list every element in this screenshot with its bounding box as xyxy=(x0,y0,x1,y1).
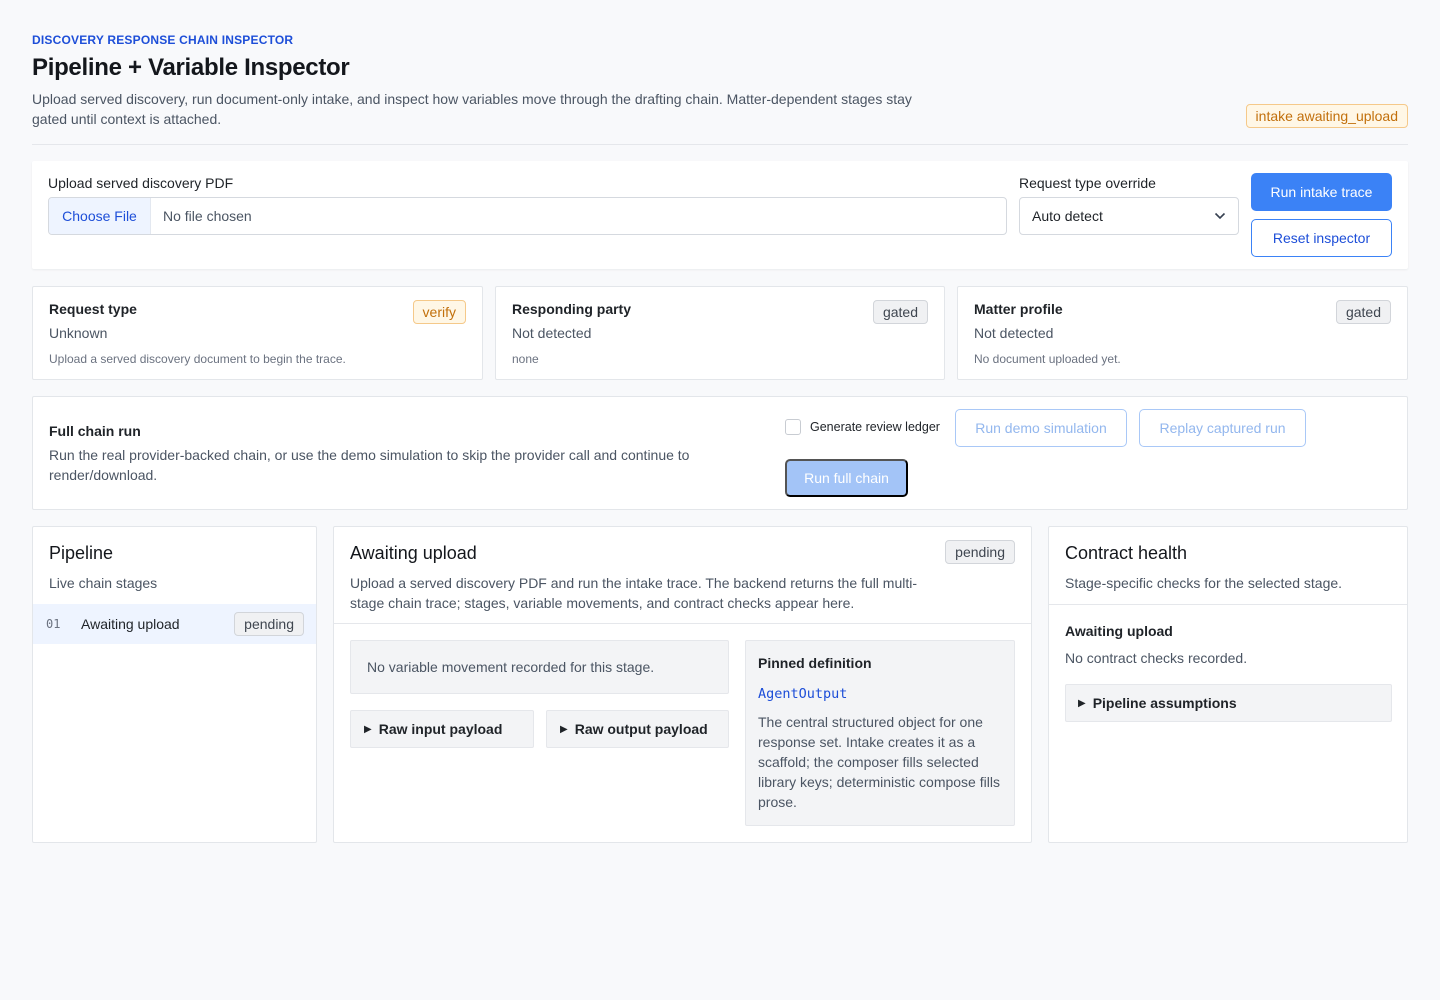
run-intake-trace-button[interactable]: Run intake trace xyxy=(1251,173,1392,211)
raw-input-payload-toggle[interactable]: ▶ Raw input payload xyxy=(350,710,534,748)
replay-captured-run-button[interactable]: Replay captured run xyxy=(1139,409,1306,447)
full-chain-card: Full chain run Run the real provider-bac… xyxy=(32,396,1408,510)
stage-status-badge: pending xyxy=(945,540,1015,564)
health-stage-name: Awaiting upload xyxy=(1065,623,1173,639)
status-badge: verify xyxy=(412,300,466,324)
choose-file-button[interactable]: Choose File xyxy=(49,198,151,234)
stage-number: 01 xyxy=(46,617,61,631)
status-badge: gated xyxy=(1335,300,1391,324)
stage-label: Awaiting upload xyxy=(81,616,180,632)
pipeline-panel: Pipeline Live chain stages 01 Awaiting u… xyxy=(32,526,317,843)
matter-profile-card: Matter profile gated Not detected No doc… xyxy=(957,286,1408,380)
page-eyebrow: DISCOVERY RESPONSE CHAIN INSPECTOR xyxy=(32,33,294,47)
stage-detail-title: Awaiting upload xyxy=(350,543,477,563)
page-title: Pipeline + Variable Inspector xyxy=(32,54,350,81)
card-title: Responding party xyxy=(512,301,632,317)
intake-status-badge: intake awaiting_upload xyxy=(1245,104,1408,128)
file-name-text: No file chosen xyxy=(163,208,252,224)
file-upload-input[interactable]: Choose File No file chosen xyxy=(48,197,1007,235)
pipeline-assumptions-toggle[interactable]: ▶ Pipeline assumptions xyxy=(1065,684,1392,722)
card-title: Request type xyxy=(49,301,137,317)
pinned-definition-box: Pinned definition AgentOutput The centra… xyxy=(745,640,1015,826)
reset-inspector-button[interactable]: Reset inspector xyxy=(1251,219,1392,257)
card-note: none xyxy=(512,352,539,366)
card-title: Matter profile xyxy=(974,301,1063,317)
responding-party-card: Responding party gated Not detected none xyxy=(495,286,945,380)
page-subtitle: Upload served discovery, run document-on… xyxy=(32,91,912,127)
triangle-right-icon: ▶ xyxy=(364,723,372,735)
card-value: Not detected xyxy=(974,325,1054,341)
request-type-value: Auto detect xyxy=(1032,208,1103,224)
upload-card: Upload served discovery PDF Choose File … xyxy=(32,161,1408,269)
raw-output-payload-toggle[interactable]: ▶ Raw output payload xyxy=(546,710,729,748)
card-value: Unknown xyxy=(49,325,108,341)
card-note: No document uploaded yet. xyxy=(974,352,1121,366)
review-ledger-label: Generate review ledger xyxy=(810,420,940,434)
triangle-right-icon: ▶ xyxy=(560,723,568,735)
pinned-definition-title: Pinned definition xyxy=(758,655,872,671)
stage-status-badge: pending xyxy=(234,612,304,636)
review-ledger-checkbox[interactable] xyxy=(785,419,801,435)
request-type-card: Request type verify Unknown Upload a ser… xyxy=(32,286,483,380)
pipeline-subtitle: Live chain stages xyxy=(49,575,158,591)
pinned-definition-code: AgentOutput xyxy=(758,686,848,702)
request-type-label: Request type override xyxy=(1019,175,1156,191)
pipeline-stage-item[interactable]: 01 Awaiting upload pending xyxy=(33,604,316,644)
stage-detail-panel: Awaiting upload pending Upload a served … xyxy=(333,526,1032,843)
variable-movement-empty: No variable movement recorded for this s… xyxy=(350,640,729,694)
contract-checks-empty: No contract checks recorded. xyxy=(1065,650,1248,666)
contract-health-subtitle: Stage-specific checks for the selected s… xyxy=(1065,575,1343,591)
pipeline-title: Pipeline xyxy=(49,543,114,563)
contract-health-panel: Contract health Stage-specific checks fo… xyxy=(1048,526,1408,843)
header-divider xyxy=(32,144,1408,145)
stage-detail-description: Upload a served discovery PDF and run th… xyxy=(350,575,918,611)
card-note: Upload a served discovery document to be… xyxy=(49,352,346,366)
status-badge: gated xyxy=(872,300,928,324)
run-full-chain-button[interactable]: Run full chain xyxy=(785,459,908,497)
raw-output-label: Raw output payload xyxy=(574,721,708,737)
triangle-right-icon: ▶ xyxy=(1078,697,1086,709)
request-type-select[interactable]: Auto detect xyxy=(1019,197,1239,235)
pinned-definition-body: The central structured object for one re… xyxy=(758,714,1000,810)
raw-input-label: Raw input payload xyxy=(378,721,503,737)
pipeline-assumptions-label: Pipeline assumptions xyxy=(1092,695,1237,711)
chain-description: Run the real provider-backed chain, or u… xyxy=(49,447,690,483)
contract-health-title: Contract health xyxy=(1065,543,1188,563)
panel-divider xyxy=(1049,604,1407,605)
chevron-down-icon xyxy=(1214,212,1226,220)
panel-divider xyxy=(334,623,1031,624)
run-demo-simulation-button[interactable]: Run demo simulation xyxy=(955,409,1127,447)
file-upload-label: Upload served discovery PDF xyxy=(48,175,234,191)
review-ledger-toggle[interactable]: Generate review ledger xyxy=(785,419,940,435)
card-value: Not detected xyxy=(512,325,592,341)
chain-title: Full chain run xyxy=(49,423,141,439)
